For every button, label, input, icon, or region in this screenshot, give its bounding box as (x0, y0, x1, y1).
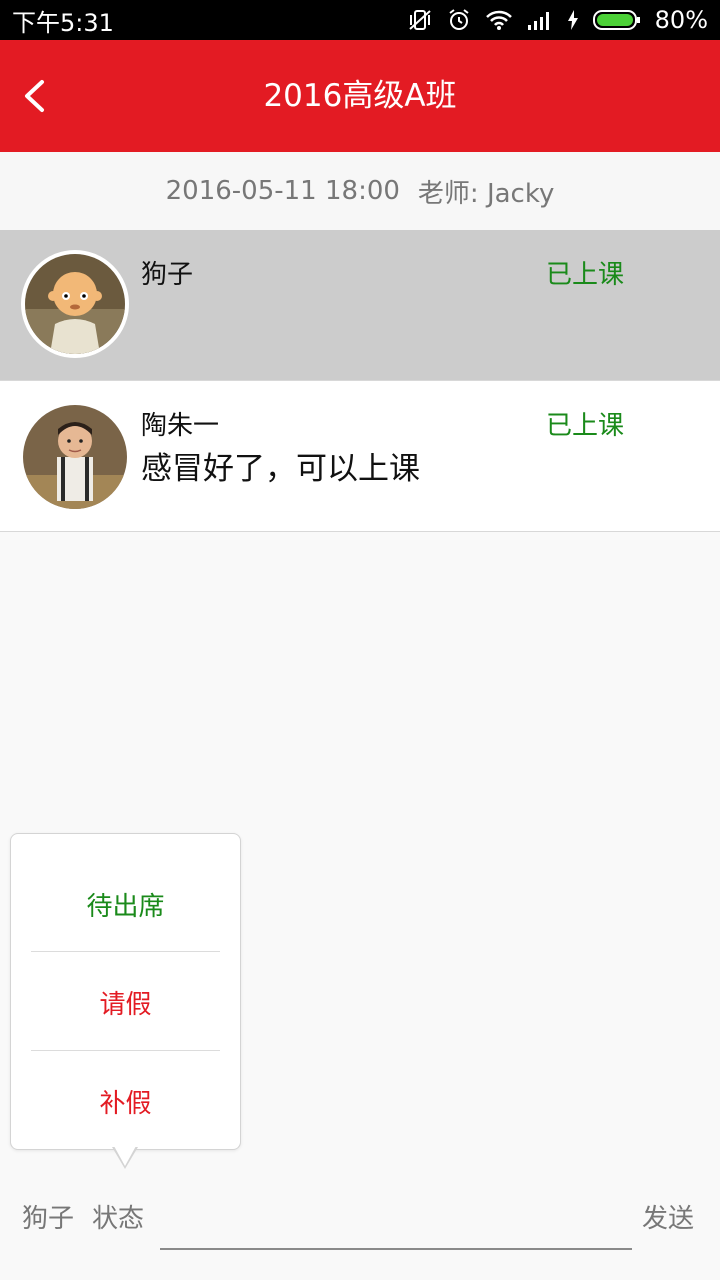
menu-item-makeup-leave[interactable]: 补假 (31, 1052, 220, 1150)
message-input[interactable] (160, 1190, 632, 1250)
status-icons: 80% (407, 6, 708, 34)
composer-student-name: 狗子 (22, 1204, 75, 1234)
signal-icon (527, 9, 553, 31)
charging-icon (567, 9, 579, 31)
avatar (23, 405, 127, 509)
student-note: 感冒好了，可以上课 (141, 451, 420, 487)
status-bar: 下午5:31 80% (0, 0, 720, 40)
avatar (21, 250, 129, 358)
menu-divider (31, 951, 220, 952)
menu-divider (31, 1050, 220, 1051)
battery-percent: 80% (654, 6, 708, 34)
page-title: 2016高级A班 (263, 78, 457, 114)
student-row[interactable]: 狗子 已上课 (0, 230, 720, 381)
alarm-icon (447, 8, 471, 32)
status-time: 下午5:31 (12, 8, 114, 37)
session-teacher: 老师: Jacky (417, 178, 555, 209)
student-name: 狗子 (141, 260, 194, 290)
session-info: 2016-05-11 18:00 老师: Jacky (0, 152, 720, 230)
vibrate-off-icon (407, 8, 433, 32)
popup-pointer-fill (114, 1146, 136, 1166)
menu-item-label: 待出席 (86, 891, 165, 922)
student-row[interactable]: 陶朱一 已上课 感冒好了，可以上课 (0, 381, 720, 532)
menu-item-label: 补假 (99, 1088, 152, 1119)
status-popup-menu: 待出席 请假 补假 (10, 833, 241, 1150)
menu-item-leave[interactable]: 请假 (31, 953, 220, 1051)
status-selector-button[interactable]: 状态 (92, 1198, 144, 1235)
app-bar: 2016高级A班 (0, 40, 720, 152)
menu-item-pending[interactable]: 待出席 (31, 855, 220, 953)
wifi-icon (485, 9, 513, 31)
battery-icon (592, 9, 641, 31)
attendance-status: 已上课 (546, 260, 625, 290)
session-datetime: 2016-05-11 18:00 (165, 176, 400, 206)
student-name: 陶朱一 (141, 411, 220, 441)
menu-item-label: 请假 (99, 989, 152, 1020)
send-button[interactable]: 发送 (642, 1198, 694, 1235)
attendance-status: 已上课 (546, 411, 625, 441)
